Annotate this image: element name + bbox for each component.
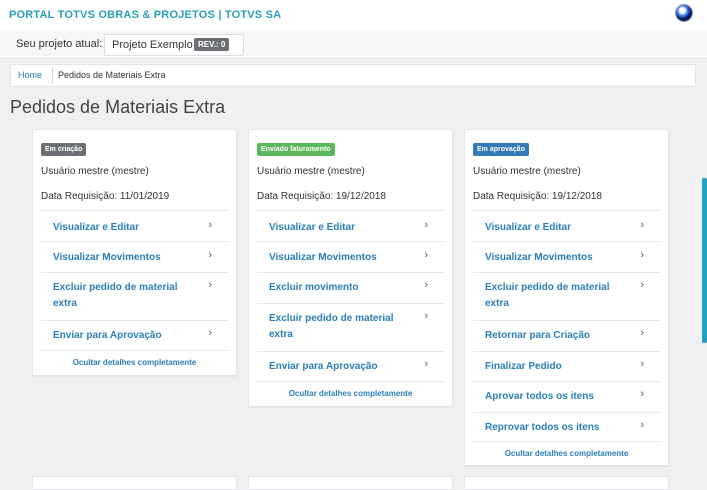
action-label: Retornar para Criação <box>485 330 591 341</box>
chevron-right-icon: › <box>640 419 644 431</box>
hide-details-link[interactable]: Ocultar detalhes completamente <box>33 358 236 367</box>
action-send-approval[interactable]: Enviar para Aprovação › <box>257 351 444 382</box>
scrollbar[interactable] <box>702 178 707 343</box>
action-label: Visualizar Movimentos <box>269 252 377 263</box>
action-label: Visualizar Movimentos <box>485 252 593 263</box>
chevron-right-icon: › <box>208 327 212 339</box>
top-header: PORTAL TOTVS OBRAS & PROJETOS | TOTVS SA <box>0 0 707 30</box>
chevron-right-icon: › <box>208 219 212 231</box>
chevron-right-icon: › <box>208 279 212 291</box>
chevron-right-icon: › <box>640 219 644 231</box>
chevron-right-icon: › <box>640 249 644 261</box>
action-label: Aprovar todos os itens <box>485 391 594 402</box>
project-label: Seu projeto atual: <box>16 38 103 50</box>
chevron-right-icon: › <box>424 249 428 261</box>
action-view-movements[interactable]: Visualizar Movimentos › <box>41 241 228 272</box>
totvs-logo-icon[interactable] <box>676 5 692 21</box>
project-name: Projeto Exemplo <box>112 39 193 51</box>
action-label: Excluir pedido de material extra <box>485 282 610 309</box>
action-label: Visualizar Movimentos <box>53 252 161 263</box>
action-view-movements[interactable]: Visualizar Movimentos › <box>473 241 660 272</box>
action-view-movements[interactable]: Visualizar Movimentos › <box>257 241 444 272</box>
action-label: Reprovar todos os itens <box>485 422 600 433</box>
chevron-right-icon: › <box>640 279 644 291</box>
project-selector[interactable]: Projeto Exemplo REV.: 0 <box>104 34 244 56</box>
requester-name: Usuário mestre (mestre) <box>473 166 581 177</box>
request-card-partial <box>464 476 669 490</box>
request-date: Data Requisição: 19/12/2018 <box>473 191 602 202</box>
breadcrumb-home-link[interactable]: Home <box>18 70 42 80</box>
request-date: Data Requisição: 11/01/2019 <box>41 191 170 202</box>
project-bar: Seu projeto atual: Projeto Exemplo REV.:… <box>0 30 707 59</box>
action-view-edit[interactable]: Visualizar e Editar › <box>473 210 660 241</box>
action-finalize-request[interactable]: Finalizar Pedido › <box>473 351 660 382</box>
action-approve-all[interactable]: Aprovar todos os itens › <box>473 381 660 412</box>
request-card: Em criação Usuário mestre (mestre) Data … <box>32 129 237 376</box>
page-title: Pedidos de Materiais Extra <box>10 97 226 117</box>
breadcrumb: Home Pedidos de Materiais Extra <box>10 64 696 87</box>
action-reject-all[interactable]: Reprovar todos os itens › <box>473 412 660 443</box>
action-view-edit[interactable]: Visualizar e Editar › <box>41 210 228 241</box>
action-delete-request[interactable]: Excluir pedido de material extra › <box>473 272 660 320</box>
chevron-right-icon: › <box>424 219 428 231</box>
hide-details-link[interactable]: Ocultar detalhes completamente <box>465 449 668 458</box>
chevron-right-icon: › <box>640 327 644 339</box>
chevron-right-icon: › <box>424 310 428 322</box>
action-label: Finalizar Pedido <box>485 361 562 372</box>
action-label: Visualizar e Editar <box>485 222 571 233</box>
request-card: Enviado faturamento Usuário mestre (mest… <box>248 129 453 407</box>
chevron-right-icon: › <box>208 249 212 261</box>
action-label: Visualizar e Editar <box>269 222 355 233</box>
action-label: Excluir movimento <box>269 282 359 293</box>
action-label: Enviar para Aprovação <box>269 361 378 372</box>
chevron-right-icon: › <box>424 279 428 291</box>
breadcrumb-separator <box>46 67 53 83</box>
action-delete-movement[interactable]: Excluir movimento › <box>257 272 444 303</box>
requester-name: Usuário mestre (mestre) <box>41 166 149 177</box>
action-delete-request[interactable]: Excluir pedido de material extra › <box>257 303 444 351</box>
action-label: Excluir pedido de material extra <box>269 313 394 340</box>
request-card-partial <box>32 476 237 490</box>
revision-badge: REV.: 0 <box>194 38 230 51</box>
action-label: Excluir pedido de material extra <box>53 282 178 309</box>
chevron-right-icon: › <box>640 388 644 400</box>
hide-details-link[interactable]: Ocultar detalhes completamente <box>249 389 452 398</box>
chevron-right-icon: › <box>424 358 428 370</box>
breadcrumb-current: Pedidos de Materiais Extra <box>58 70 166 80</box>
request-card: Em aprovação Usuário mestre (mestre) Dat… <box>464 129 669 466</box>
request-date: Data Requisição: 19/12/2018 <box>257 191 386 202</box>
action-label: Visualizar e Editar <box>53 222 139 233</box>
card-divider <box>41 350 228 351</box>
card-divider <box>473 441 660 442</box>
status-badge: Em criação <box>41 143 87 156</box>
portal-title[interactable]: PORTAL TOTVS OBRAS & PROJETOS | TOTVS SA <box>9 9 281 21</box>
chevron-right-icon: › <box>640 358 644 370</box>
action-delete-request[interactable]: Excluir pedido de material extra › <box>41 272 228 320</box>
card-divider <box>257 381 444 382</box>
action-return-creation[interactable]: Retornar para Criação › <box>473 320 660 351</box>
action-label: Enviar para Aprovação <box>53 330 162 341</box>
action-send-approval[interactable]: Enviar para Aprovação › <box>41 320 228 351</box>
requester-name: Usuário mestre (mestre) <box>257 166 365 177</box>
status-badge: Enviado faturamento <box>257 143 335 156</box>
request-card-partial <box>248 476 453 490</box>
status-badge: Em aprovação <box>473 143 529 156</box>
action-view-edit[interactable]: Visualizar e Editar › <box>257 210 444 241</box>
